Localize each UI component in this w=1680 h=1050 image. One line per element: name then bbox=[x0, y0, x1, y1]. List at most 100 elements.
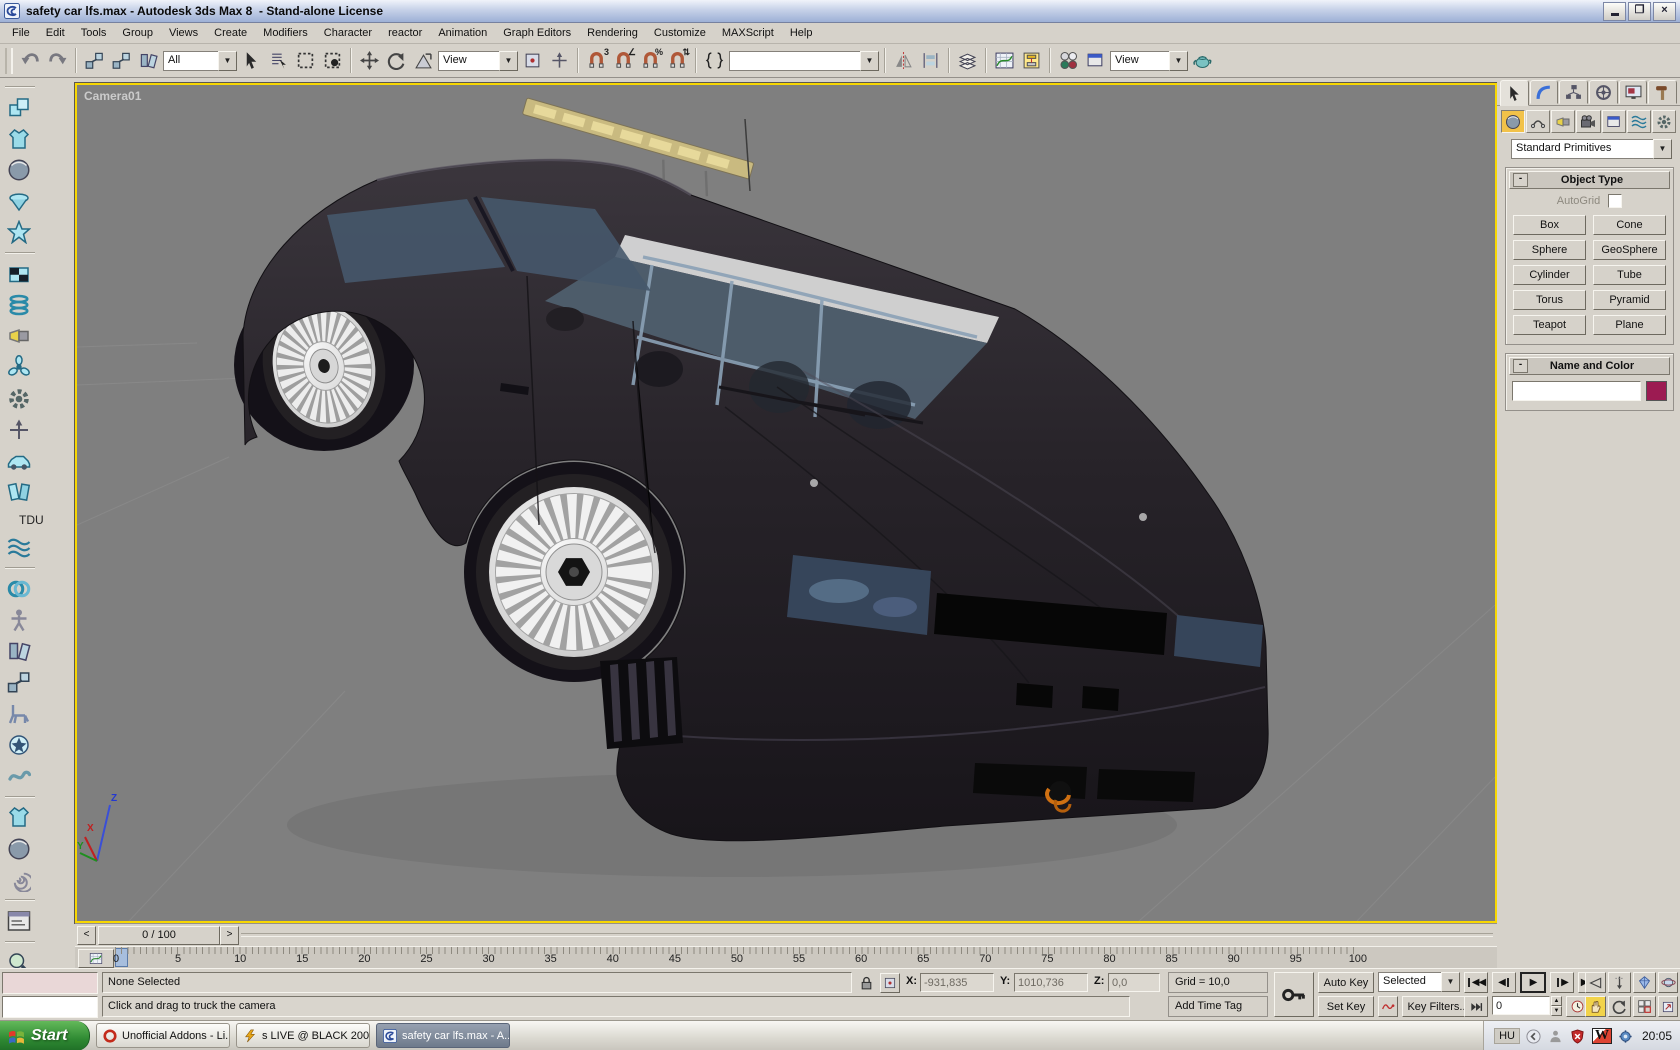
align-button[interactable] bbox=[918, 48, 943, 73]
category-shapes[interactable] bbox=[1526, 110, 1551, 133]
tab-hierarchy[interactable] bbox=[1559, 80, 1589, 104]
viewport-label[interactable]: Camera01 bbox=[84, 89, 141, 103]
tab-display[interactable] bbox=[1618, 80, 1648, 104]
next-frame-button[interactable]: ▶ bbox=[1550, 972, 1574, 993]
rope-icon[interactable] bbox=[5, 763, 32, 790]
menu-item[interactable]: MAXScript bbox=[714, 24, 782, 42]
maximize-button[interactable]: ❐ bbox=[1628, 1, 1651, 21]
frame-spinner[interactable]: ▲ ▼ bbox=[1551, 996, 1562, 1016]
tab-utilities[interactable] bbox=[1648, 80, 1678, 104]
ragdoll-icon[interactable] bbox=[5, 700, 32, 727]
tab-motion[interactable] bbox=[1589, 80, 1618, 104]
select-by-name-button[interactable] bbox=[266, 48, 291, 73]
menu-item[interactable]: Edit bbox=[38, 24, 73, 42]
settings-tray-icon[interactable] bbox=[1618, 1028, 1634, 1044]
key-selection-dropdown[interactable]: Selected ▼ bbox=[1378, 972, 1460, 992]
winamp-agent-icon[interactable]: W bbox=[1591, 1028, 1612, 1044]
wheel-icon[interactable] bbox=[5, 731, 32, 758]
title-bar[interactable]: safety car lfs.max - Autodesk 3ds Max 8 … bbox=[0, 0, 1680, 23]
perspective-button[interactable] bbox=[1633, 972, 1656, 993]
primitive-button[interactable]: Sphere bbox=[1513, 240, 1586, 260]
render-preset-dropdown[interactable]: View ▼ bbox=[1110, 50, 1188, 71]
field-of-view-button[interactable] bbox=[1585, 972, 1606, 993]
time-slider-next-button[interactable]: > bbox=[220, 925, 239, 945]
ball-icon[interactable] bbox=[5, 157, 32, 184]
roll-camera-button[interactable] bbox=[1608, 996, 1631, 1017]
category-systems[interactable] bbox=[1651, 110, 1676, 133]
select-and-manipulate-button[interactable] bbox=[547, 48, 572, 73]
truck-camera-button[interactable] bbox=[1585, 996, 1606, 1017]
user-tray-icon[interactable] bbox=[1548, 1028, 1564, 1044]
window-crossing-toggle[interactable] bbox=[320, 48, 345, 73]
spinning-top-icon[interactable] bbox=[5, 188, 32, 215]
primitive-button[interactable]: Tube bbox=[1593, 265, 1666, 285]
menu-item[interactable]: Tools bbox=[73, 24, 115, 42]
menu-item[interactable]: File bbox=[4, 24, 38, 42]
time-slider-prev-button[interactable]: < bbox=[77, 925, 96, 945]
menu-item[interactable]: Help bbox=[782, 24, 821, 42]
gear-icon[interactable] bbox=[5, 385, 32, 412]
bind-to-spacewarp-button[interactable] bbox=[136, 48, 161, 73]
primitive-button[interactable]: Box bbox=[1513, 215, 1586, 235]
collapse-icon[interactable]: - bbox=[1513, 173, 1528, 187]
primitive-button[interactable]: Cylinder bbox=[1513, 265, 1586, 285]
zoom-extents-all-button[interactable] bbox=[1633, 996, 1656, 1017]
category-cameras[interactable] bbox=[1576, 110, 1601, 133]
fan-icon[interactable] bbox=[5, 354, 32, 381]
select-and-scale-button[interactable] bbox=[411, 48, 436, 73]
menu-item[interactable]: reactor bbox=[380, 24, 430, 42]
category-helpers[interactable] bbox=[1601, 110, 1626, 133]
primitive-button[interactable]: Plane bbox=[1593, 315, 1666, 335]
tab-modify[interactable] bbox=[1529, 80, 1559, 104]
time-slider-track[interactable] bbox=[241, 933, 1493, 937]
taskbar-task-3dsmax[interactable]: safety car lfs.max - A... bbox=[376, 1023, 510, 1048]
waves-icon[interactable] bbox=[5, 534, 32, 561]
menu-item[interactable]: Animation bbox=[430, 24, 495, 42]
collapse-icon[interactable]: - bbox=[1513, 359, 1528, 373]
default-in-out-tangent-button[interactable] bbox=[1378, 996, 1398, 1017]
flashlight-icon[interactable] bbox=[5, 323, 32, 350]
spinner-snap-toggle[interactable]: ⇅ bbox=[665, 47, 690, 73]
category-lights[interactable] bbox=[1551, 110, 1576, 133]
percent-snap-toggle[interactable]: % bbox=[638, 47, 663, 73]
menu-item[interactable]: Rendering bbox=[579, 24, 646, 42]
primitive-button[interactable]: Pyramid bbox=[1593, 290, 1666, 310]
hide-icons-chevron[interactable] bbox=[1526, 1028, 1542, 1044]
select-object-button[interactable] bbox=[239, 48, 264, 73]
taskbar-task-opera[interactable]: Unofficial Addons - Li... bbox=[96, 1023, 230, 1048]
softbody-modifier-icon[interactable] bbox=[5, 835, 32, 862]
menu-item[interactable]: Views bbox=[161, 24, 206, 42]
x-coordinate-field[interactable] bbox=[920, 973, 994, 992]
quick-render-button[interactable] bbox=[1190, 48, 1215, 73]
name-color-header[interactable]: - Name and Color bbox=[1509, 357, 1670, 375]
category-geometry[interactable] bbox=[1501, 110, 1526, 133]
named-selection-sets-dropdown[interactable]: ▼ bbox=[729, 50, 879, 71]
absolute-offset-toggle[interactable] bbox=[880, 973, 900, 993]
snaps-toggle[interactable]: 3 bbox=[584, 47, 609, 73]
go-to-start-button[interactable]: ◀◀ bbox=[1464, 972, 1488, 993]
add-time-tag[interactable]: Add Time Tag bbox=[1168, 996, 1268, 1017]
geometry-category-dropdown[interactable]: Standard Primitives ▼ bbox=[1511, 139, 1672, 159]
torus-knot-icon[interactable] bbox=[5, 575, 32, 602]
object-name-field[interactable] bbox=[1512, 381, 1641, 401]
schematic-view-button[interactable] bbox=[1019, 48, 1044, 73]
render-scene-button[interactable] bbox=[1083, 48, 1108, 73]
weather-vane-icon[interactable] bbox=[5, 416, 32, 443]
primitive-button[interactable]: Torus bbox=[1513, 290, 1586, 310]
toolbar-grip[interactable] bbox=[5, 47, 13, 74]
menu-item[interactable]: Character bbox=[316, 24, 380, 42]
use-pivot-center-button[interactable] bbox=[520, 48, 545, 73]
object-color-swatch[interactable] bbox=[1646, 381, 1667, 401]
autogrid-checkbox[interactable] bbox=[1608, 194, 1623, 208]
maxscript-mini-listener-macro[interactable] bbox=[2, 972, 98, 994]
set-keys-button[interactable] bbox=[1274, 972, 1314, 1017]
tab-create[interactable] bbox=[1500, 80, 1529, 106]
y-coordinate-field[interactable] bbox=[1014, 973, 1088, 992]
category-spacewarps[interactable] bbox=[1626, 110, 1651, 133]
object-type-header[interactable]: - Object Type bbox=[1509, 171, 1670, 189]
start-button[interactable]: Start bbox=[0, 1021, 90, 1050]
spring-icon[interactable] bbox=[5, 292, 32, 319]
properties-dialog-icon[interactable] bbox=[5, 908, 32, 935]
language-indicator[interactable]: HU bbox=[1494, 1028, 1520, 1044]
maxscript-mini-listener[interactable] bbox=[2, 996, 98, 1018]
